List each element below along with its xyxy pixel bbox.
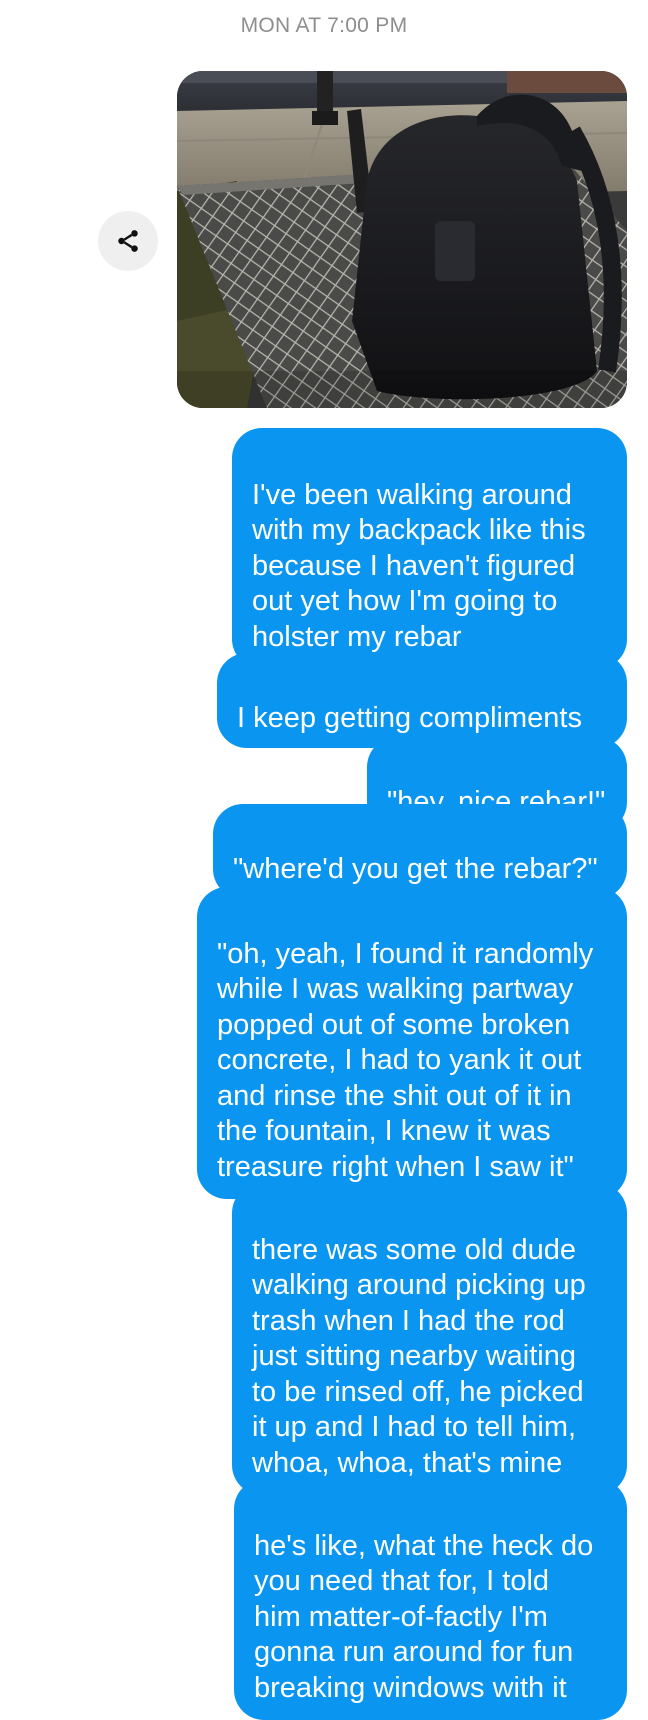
share-icon xyxy=(118,230,138,252)
message-bubble[interactable]: I keep getting compliments xyxy=(217,653,627,748)
photo-message[interactable] xyxy=(177,71,627,408)
message-text: he's like, what the heck do you need tha… xyxy=(254,1529,594,1704)
share-button[interactable] xyxy=(98,211,158,271)
message-text: there was some old dude walking around p… xyxy=(252,1233,586,1479)
message-timestamp: MON AT 7:00 PM xyxy=(240,14,408,37)
message-text: "where'd you get the rebar?" xyxy=(233,852,598,885)
photo-attachment xyxy=(177,71,627,408)
message-bubble[interactable]: I've been walking around with my backpac… xyxy=(232,428,627,669)
message-text: "oh, yeah, I found it randomly while I w… xyxy=(217,937,594,1183)
message-bubble[interactable]: "where'd you get the rebar?" xyxy=(213,804,627,899)
message-text: I keep getting compliments xyxy=(237,701,582,734)
message-bubble[interactable]: "oh, yeah, I found it randomly while I w… xyxy=(197,887,627,1199)
message-text: I've been walking around with my backpac… xyxy=(252,478,586,653)
message-bubble[interactable]: he's like, what the heck do you need tha… xyxy=(234,1479,627,1720)
message-bubble[interactable]: there was some old dude walking around p… xyxy=(232,1183,627,1495)
